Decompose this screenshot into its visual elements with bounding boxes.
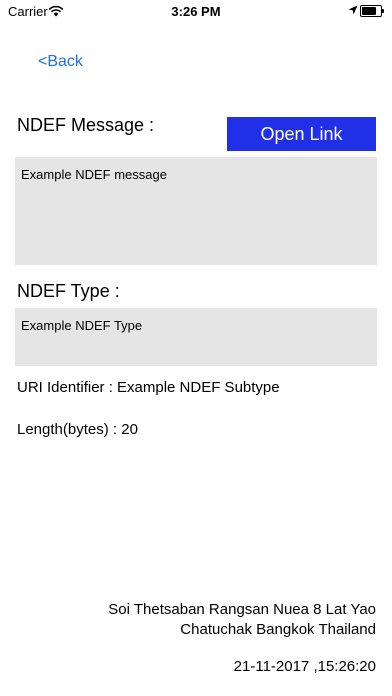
back-button[interactable]: <Back <box>38 53 83 71</box>
status-time: 3:26 PM <box>171 4 221 19</box>
ndef-message-value: Example NDEF message <box>21 167 167 182</box>
address: Soi Thetsaban Rangsan Nuea 8 Lat Yao Cha… <box>108 600 376 640</box>
status-bar: Carrier 3:26 PM <box>0 0 392 22</box>
open-link-button[interactable]: Open Link <box>227 117 376 151</box>
length-text: Length(bytes) : 20 <box>17 421 138 438</box>
ndef-message-field[interactable]: Example NDEF message <box>15 157 377 265</box>
ndef-type-field[interactable]: Example NDEF Type <box>15 308 377 366</box>
ndef-type-label: NDEF Type : <box>17 281 120 301</box>
address-line-1: Soi Thetsaban Rangsan Nuea 8 Lat Yao <box>108 601 376 618</box>
location-arrow-icon <box>348 5 358 15</box>
uri-identifier-text: URI Identifier : Example NDEF Subtype <box>17 379 280 396</box>
datetime-text: 21-11-2017 ,15:26:20 <box>233 658 376 675</box>
ndef-type-value: Example NDEF Type <box>21 318 143 333</box>
battery-nub <box>382 9 384 13</box>
battery-level <box>362 7 377 15</box>
ndef-message-label: NDEF Message : <box>17 115 155 135</box>
battery-icon <box>360 5 384 17</box>
address-line-2: Chatuchak Bangkok Thailand <box>180 621 376 638</box>
